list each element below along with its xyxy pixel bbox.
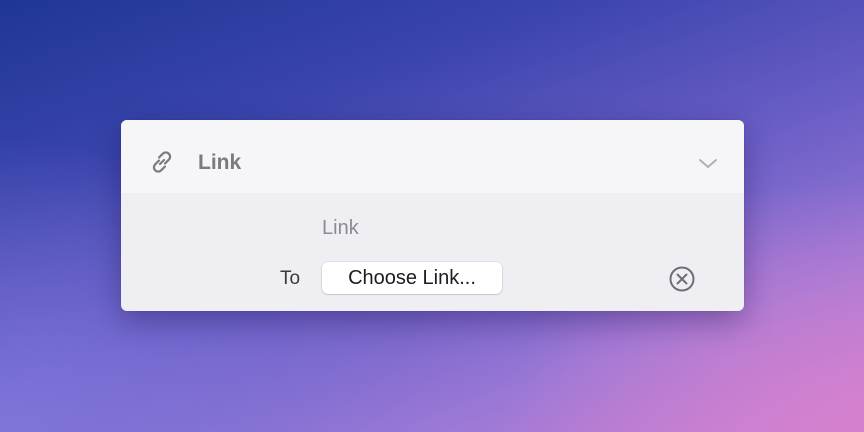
chevron-down-icon[interactable] (695, 155, 721, 173)
clear-circle-x-icon[interactable] (668, 265, 696, 293)
desktop-background: { "card": { "icon": "link-icon", "title"… (0, 0, 864, 432)
action-title: Link (198, 151, 242, 174)
action-header[interactable]: Link (121, 120, 744, 193)
link-parameter-label: Link (322, 217, 359, 239)
to-label: To (280, 268, 301, 289)
link-action-card: Link Link To Choose Link... (121, 120, 744, 311)
link-icon (147, 147, 177, 177)
choose-link-button[interactable]: Choose Link... (322, 262, 502, 294)
